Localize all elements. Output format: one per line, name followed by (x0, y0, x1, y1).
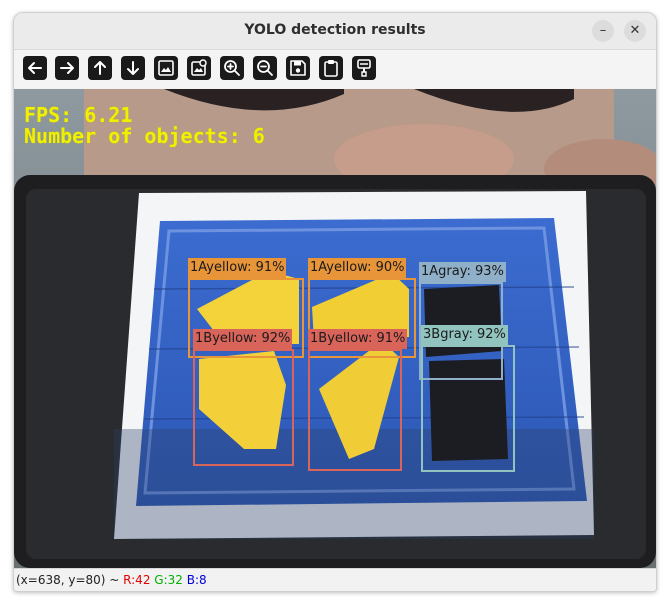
detection-label: 3Bgray: 92% (421, 325, 508, 345)
object-count-text: Number of objects: 6 (24, 124, 265, 148)
image-icon (158, 60, 174, 76)
arrow-left-icon (28, 62, 42, 74)
save-button[interactable] (286, 56, 310, 80)
detection-label: 1Agray: 93% (419, 262, 506, 282)
arrow-up-icon (94, 61, 106, 75)
pan-right-button[interactable] (55, 56, 79, 80)
zoom-original-button[interactable] (154, 56, 178, 80)
pan-left-button[interactable] (23, 56, 47, 80)
detection-label: 1Ayellow: 91% (188, 258, 287, 278)
cursor-coords: (x=638, y=80) ~ (16, 573, 124, 587)
detection-box (308, 349, 402, 471)
pan-down-button[interactable] (121, 56, 145, 80)
minimize-button[interactable]: – (592, 20, 614, 42)
pixel-green-value: G:32 (154, 573, 183, 587)
detection-label: 1Byellow: 92% (193, 329, 293, 349)
arrow-down-icon (127, 61, 139, 75)
zoom-out-button[interactable] (253, 56, 277, 80)
close-button[interactable]: ✕ (624, 20, 646, 42)
save-icon (290, 60, 306, 76)
app-window: YOLO detection results – ✕ FPS: 6.21 Num… (13, 12, 657, 592)
zoom-out-icon (257, 60, 273, 76)
toolbar (14, 50, 656, 88)
detection-box (193, 349, 294, 466)
detection-label: 1Byellow: 91% (308, 329, 408, 349)
copy-clipboard-button[interactable] (319, 56, 343, 80)
detection-box (421, 345, 515, 472)
image-viewport[interactable]: FPS: 6.21 Number of objects: 6 1Ayellow:… (14, 89, 656, 568)
paint-brush-icon (357, 59, 371, 77)
image-zoom-icon (191, 59, 207, 76)
title-bar[interactable]: YOLO detection results – ✕ (14, 13, 656, 50)
zoom-fit-button[interactable] (187, 56, 211, 80)
window-title: YOLO detection results (244, 22, 426, 38)
pixel-red-value: R:42 (123, 573, 151, 587)
detection-label: 1Ayellow: 90% (308, 258, 407, 278)
zoom-in-button[interactable] (220, 56, 244, 80)
pan-up-button[interactable] (88, 56, 112, 80)
clipboard-icon (324, 60, 338, 77)
zoom-in-icon (224, 60, 240, 76)
properties-button[interactable] (352, 56, 376, 80)
status-bar: (x=638, y=80) ~ R:42 G:32 B:8 (14, 568, 656, 591)
pixel-blue-value: B:8 (186, 573, 207, 587)
arrow-right-icon (60, 62, 74, 74)
